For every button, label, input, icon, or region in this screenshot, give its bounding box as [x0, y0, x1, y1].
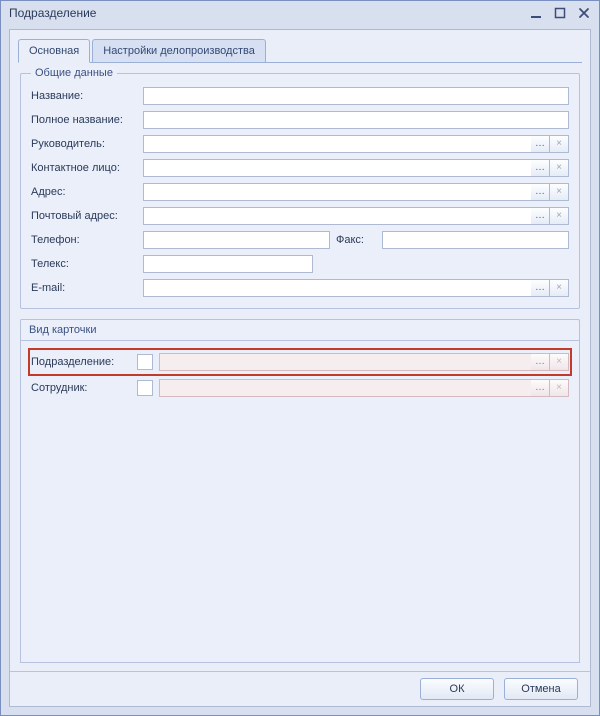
address-label: Адрес: — [31, 186, 137, 198]
clear-icon: × — [556, 211, 562, 221]
cardkind-dept-checkbox[interactable] — [137, 354, 153, 370]
tab-main-label: Основная — [29, 45, 79, 57]
address-clear-button[interactable]: × — [550, 183, 569, 201]
client-area: Основная Настройки делопроизводства Общи… — [9, 29, 591, 707]
cardkind-dept-input[interactable] — [159, 353, 531, 371]
cancel-button[interactable]: Отмена — [504, 678, 578, 700]
row-telex: Телекс: — [31, 252, 569, 276]
email-lookup: … × — [143, 279, 569, 297]
contact-input[interactable] — [143, 159, 531, 177]
clear-icon: × — [556, 357, 562, 367]
row-fullname: Полное название: — [31, 108, 569, 132]
titlebar: Подразделение — [1, 1, 599, 25]
tab-main[interactable]: Основная — [18, 39, 90, 63]
cardkind-employee-clear-button[interactable]: × — [550, 379, 569, 397]
postal-clear-button[interactable]: × — [550, 207, 569, 225]
tab-settings[interactable]: Настройки делопроизводства — [92, 39, 266, 63]
email-clear-button[interactable]: × — [550, 279, 569, 297]
cardkind-legend: Вид карточки — [20, 319, 580, 340]
fullname-input[interactable] — [143, 111, 569, 129]
cardkind-row-employee: Сотрудник: … × — [31, 375, 569, 401]
tabs-bar: Основная Настройки делопроизводства — [18, 36, 582, 63]
contact-browse-button[interactable]: … — [531, 159, 550, 177]
ellipsis-icon: … — [535, 383, 545, 393]
postal-label: Почтовый адрес: — [31, 210, 137, 222]
manager-input[interactable] — [143, 135, 531, 153]
clear-icon: × — [556, 139, 562, 149]
clear-icon: × — [556, 163, 562, 173]
window-controls — [529, 6, 591, 20]
manager-clear-button[interactable]: × — [550, 135, 569, 153]
general-groupbox: Общие данные Название: Полное название: … — [20, 73, 580, 309]
fullname-label: Полное название: — [31, 114, 137, 126]
cardkind-row-department: Подразделение: … × — [29, 349, 571, 375]
contact-label: Контактное лицо: — [31, 162, 137, 174]
name-label: Название: — [31, 90, 137, 102]
address-lookup: … × — [143, 183, 569, 201]
cardkind-employee-label: Сотрудник: — [31, 382, 131, 394]
ellipsis-icon: … — [535, 187, 545, 197]
row-name: Название: — [31, 84, 569, 108]
email-input[interactable] — [143, 279, 531, 297]
minimize-icon[interactable] — [529, 6, 543, 20]
window: Подразделение Основная Настройки делопро… — [0, 0, 600, 716]
cardkind-dept-lookup: … × — [159, 353, 569, 371]
clear-icon: × — [556, 283, 562, 293]
contact-lookup: … × — [143, 159, 569, 177]
postal-input[interactable] — [143, 207, 531, 225]
row-email: E-mail: … × — [31, 276, 569, 300]
phone-label: Телефон: — [31, 234, 137, 246]
cardkind-employee-input[interactable] — [159, 379, 531, 397]
clear-icon: × — [556, 383, 562, 393]
address-browse-button[interactable]: … — [531, 183, 550, 201]
telex-input[interactable] — [143, 255, 313, 273]
row-postal: Почтовый адрес: … × — [31, 204, 569, 228]
postal-lookup: … × — [143, 207, 569, 225]
manager-browse-button[interactable]: … — [531, 135, 550, 153]
cardkind-dept-clear-button[interactable]: × — [550, 353, 569, 371]
general-legend: Общие данные — [31, 67, 117, 79]
cardkind-employee-browse-button[interactable]: … — [531, 379, 550, 397]
ellipsis-icon: … — [535, 211, 545, 221]
phone-input[interactable] — [143, 231, 330, 249]
cardkind-dept-label: Подразделение: — [31, 356, 131, 368]
cardkind-dept-browse-button[interactable]: … — [531, 353, 550, 371]
manager-label: Руководитель: — [31, 138, 137, 150]
cardkind-employee-checkbox[interactable] — [137, 380, 153, 396]
tab-settings-label: Настройки делопроизводства — [103, 45, 255, 57]
fax-label: Факс: — [336, 234, 376, 246]
cardkind-groupbox: Вид карточки Подразделение: … × Сотрудни… — [20, 319, 580, 663]
ellipsis-icon: … — [535, 283, 545, 293]
ellipsis-icon: … — [535, 357, 545, 367]
name-input[interactable] — [143, 87, 569, 105]
contact-clear-button[interactable]: × — [550, 159, 569, 177]
address-input[interactable] — [143, 183, 531, 201]
maximize-icon[interactable] — [553, 6, 567, 20]
cardkind-body: Подразделение: … × Сотрудник: — [20, 340, 580, 663]
window-title: Подразделение — [9, 6, 96, 20]
postal-browse-button[interactable]: … — [531, 207, 550, 225]
dialog-footer: ОК Отмена — [10, 671, 590, 706]
manager-lookup: … × — [143, 135, 569, 153]
fax-input[interactable] — [382, 231, 569, 249]
row-manager: Руководитель: … × — [31, 132, 569, 156]
email-label: E-mail: — [31, 282, 137, 294]
row-address: Адрес: … × — [31, 180, 569, 204]
ellipsis-icon: … — [535, 163, 545, 173]
ellipsis-icon: … — [535, 139, 545, 149]
tab-page-main: Общие данные Название: Полное название: … — [10, 63, 590, 671]
row-contact: Контактное лицо: … × — [31, 156, 569, 180]
ok-button[interactable]: ОК — [420, 678, 494, 700]
clear-icon: × — [556, 187, 562, 197]
cardkind-employee-lookup: … × — [159, 379, 569, 397]
close-icon[interactable] — [577, 6, 591, 20]
email-browse-button[interactable]: … — [531, 279, 550, 297]
row-phone-fax: Телефон: Факс: — [31, 228, 569, 252]
telex-label: Телекс: — [31, 258, 137, 270]
